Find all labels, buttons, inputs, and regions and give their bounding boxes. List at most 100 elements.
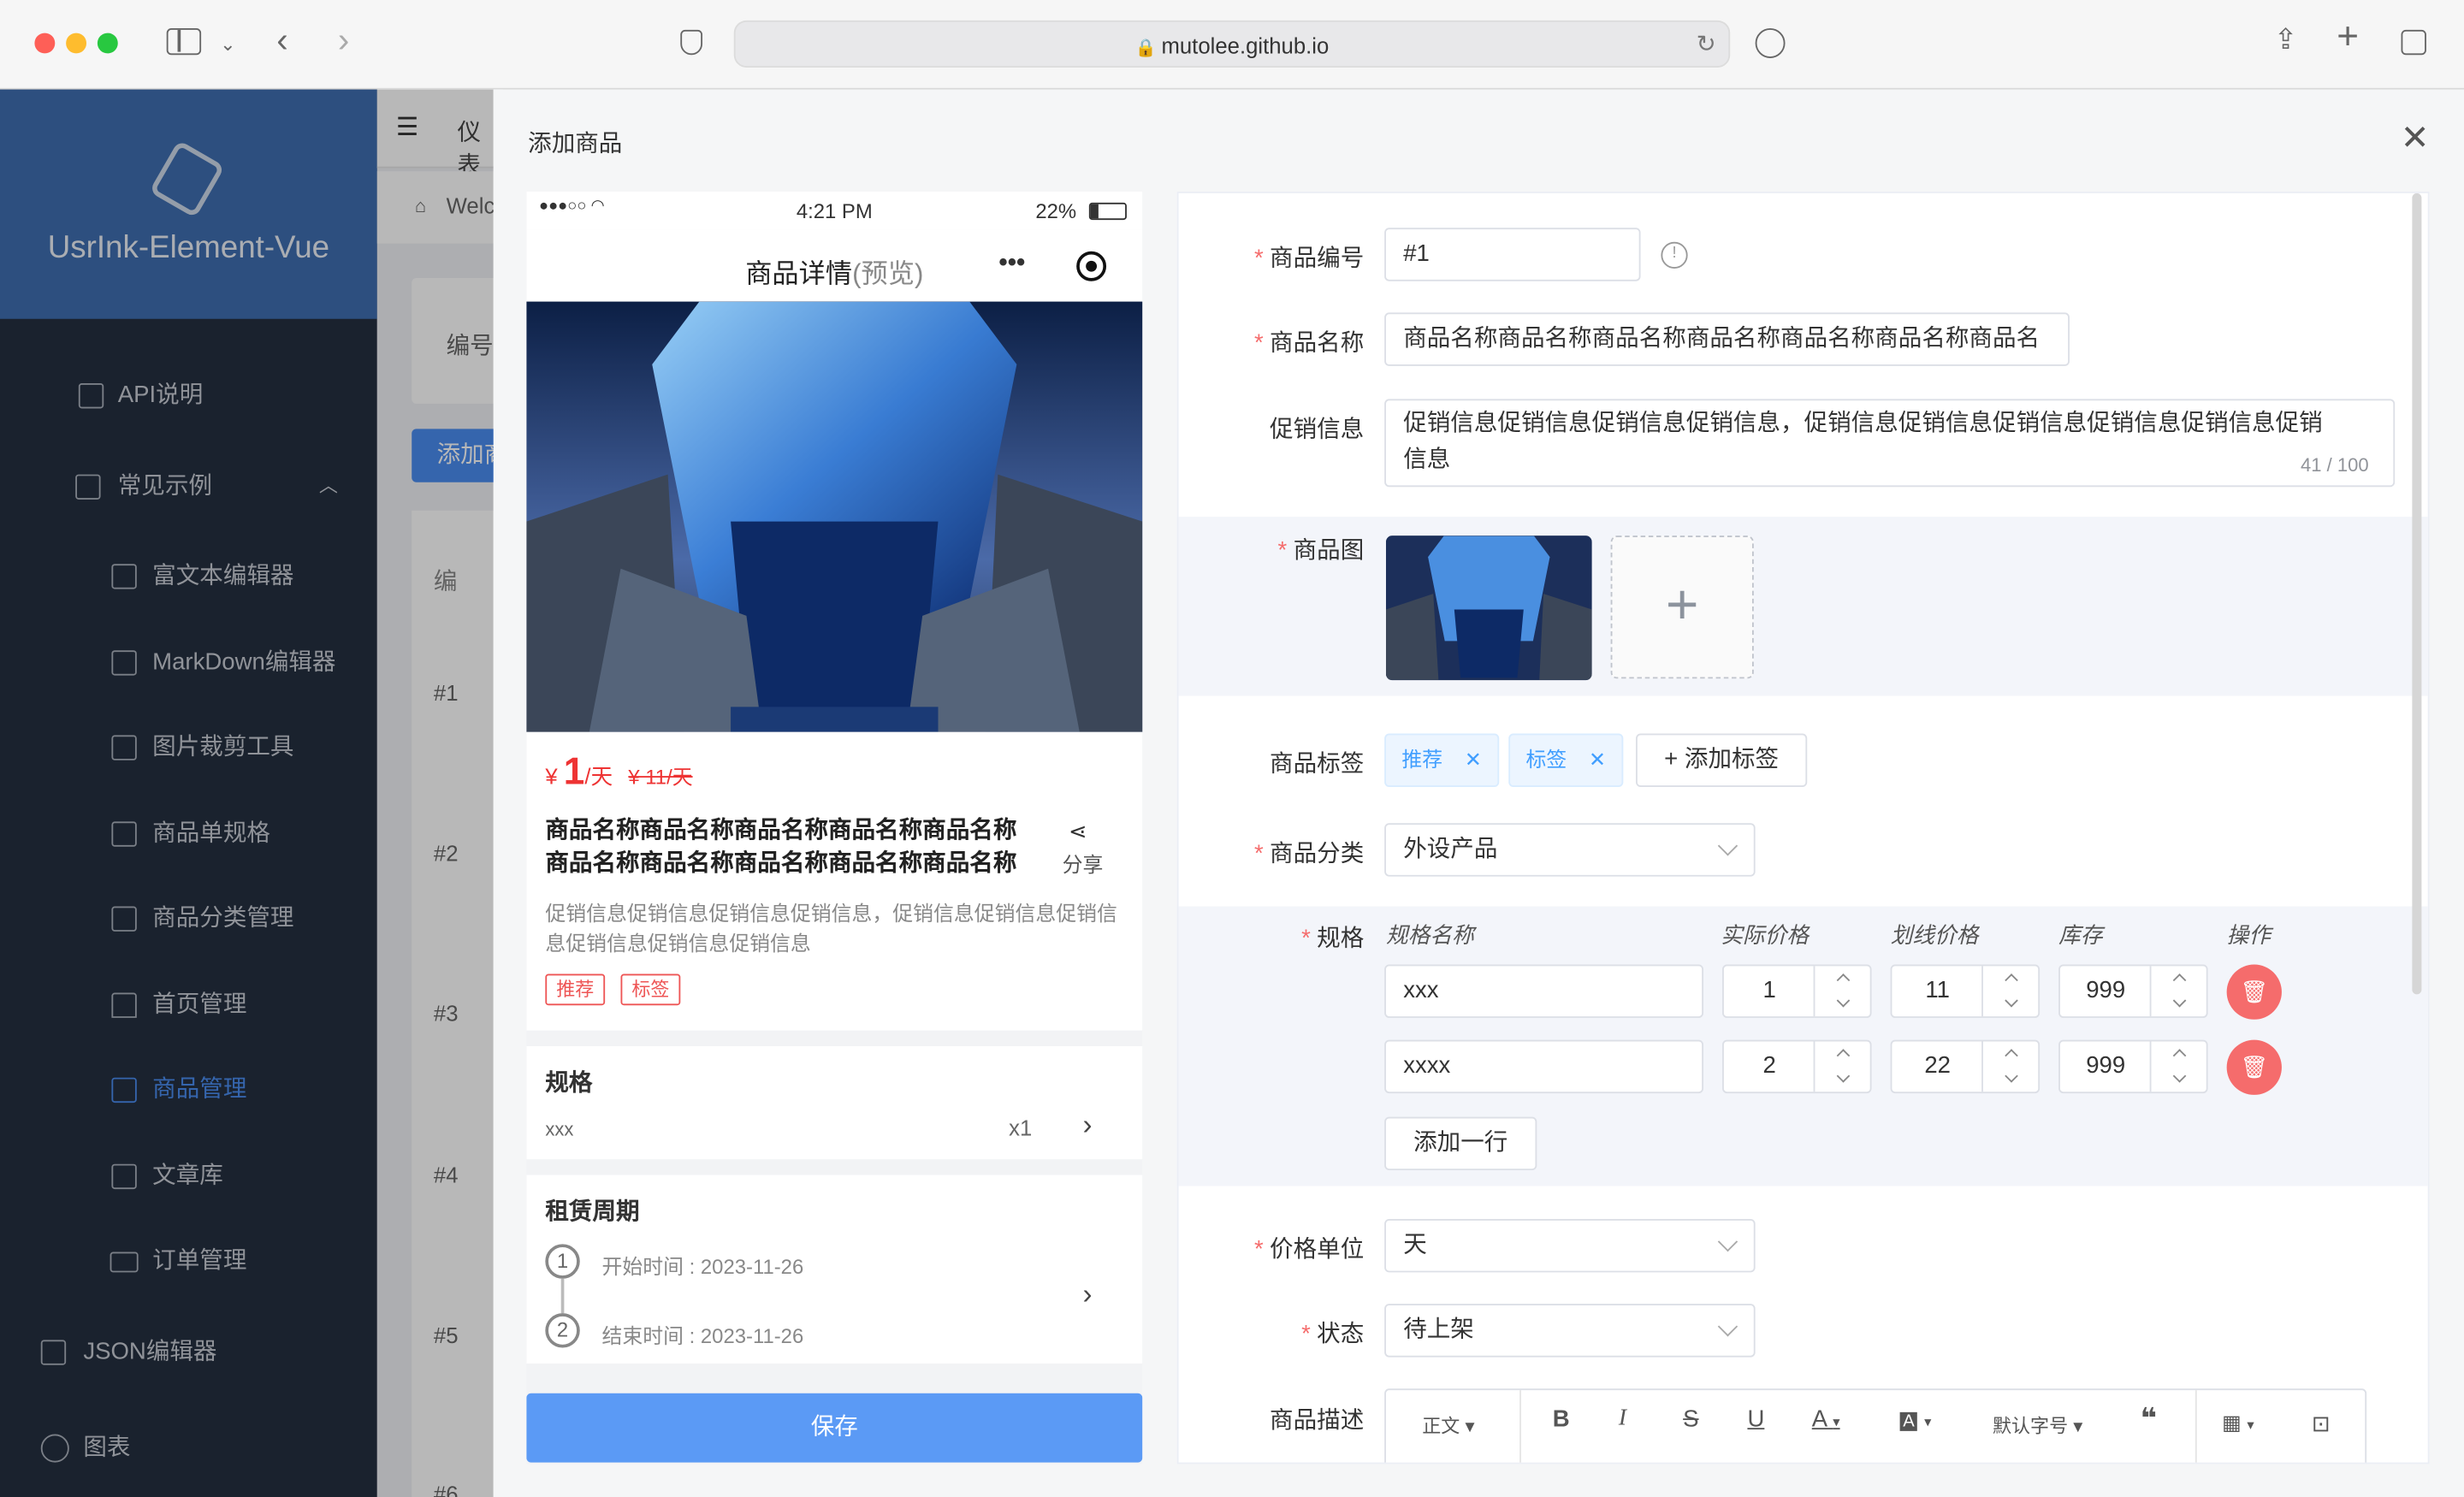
drawer-overlay[interactable] bbox=[0, 89, 494, 1497]
stepper-controls[interactable] bbox=[1813, 1041, 1870, 1092]
browser-toolbar: ⌄ ‹ › 🔒 mutolee.github.io ↻ ⇪ + bbox=[0, 0, 2464, 90]
stock-stepper[interactable]: 999 bbox=[2058, 1039, 2208, 1094]
stepper-controls[interactable] bbox=[1813, 966, 1870, 1017]
code-label: * 商品编号 bbox=[1253, 245, 1365, 272]
chevron-up-icon[interactable] bbox=[2005, 973, 2018, 987]
quote-icon[interactable]: ❝ bbox=[2141, 1403, 2157, 1436]
status-select[interactable]: 待上架 bbox=[1384, 1304, 1756, 1358]
word-count: 41 / 100 bbox=[2300, 453, 2369, 476]
stock-stepper[interactable]: 999 bbox=[2058, 964, 2208, 1018]
sidebar-toggle-icon[interactable] bbox=[166, 28, 202, 56]
close-window-button[interactable] bbox=[34, 33, 56, 54]
italic-icon[interactable]: I bbox=[1619, 1405, 1626, 1432]
shield-icon[interactable] bbox=[680, 29, 703, 56]
form-scrollbar[interactable] bbox=[2412, 192, 2422, 995]
chevron-down-icon[interactable]: ⌄ bbox=[220, 28, 235, 60]
share-icon[interactable]: ⇪ bbox=[2274, 24, 2298, 56]
tag-chip[interactable]: 标签 ✕ bbox=[1508, 733, 1624, 787]
tag-chip[interactable]: 推荐 ✕ bbox=[1384, 733, 1500, 787]
chevron-down-icon[interactable] bbox=[2172, 993, 2187, 1008]
share-label[interactable]: 分享 bbox=[1063, 849, 1104, 879]
share-icon[interactable]: ⋖ bbox=[1069, 819, 1087, 845]
close-icon[interactable]: ✕ bbox=[2401, 120, 2430, 155]
add-tag-button[interactable]: + 添加标签 bbox=[1636, 733, 1808, 787]
stepper-controls[interactable] bbox=[1981, 966, 2038, 1017]
spec-card[interactable]: 规格 xxx x1 › bbox=[526, 1045, 1143, 1160]
chevron-down-icon bbox=[1717, 1231, 1738, 1252]
stepper-controls[interactable] bbox=[2149, 1041, 2206, 1092]
chevron-down-icon[interactable] bbox=[1836, 993, 1851, 1008]
chevron-up-icon[interactable] bbox=[1836, 1049, 1851, 1062]
strikethrough-icon[interactable]: S bbox=[1683, 1405, 1698, 1432]
reload-icon[interactable]: ↻ bbox=[1697, 30, 1716, 58]
code-input[interactable]: #1 bbox=[1384, 228, 1641, 281]
delete-row-button[interactable]: 🗑 bbox=[2226, 964, 2282, 1020]
chevron-down-icon bbox=[1717, 836, 1738, 856]
bg-color-icon[interactable]: A ▾ bbox=[1899, 1405, 1931, 1432]
desc-label: 商品描述 bbox=[1179, 1403, 1364, 1436]
spec-name-input[interactable]: xxx bbox=[1384, 964, 1704, 1018]
nav-title-suffix: (预览) bbox=[852, 258, 924, 289]
back-icon[interactable]: ‹ bbox=[276, 23, 287, 57]
spec-name-input[interactable]: xxxx bbox=[1384, 1039, 1704, 1094]
orig-price-stepper[interactable]: 11 bbox=[1890, 964, 2040, 1018]
uploaded-image[interactable] bbox=[1385, 535, 1592, 681]
category-label: * 商品分类 bbox=[1253, 840, 1365, 867]
name-label: * 商品名称 bbox=[1253, 329, 1365, 357]
price-row: ¥ 1/天 ¥ 11/天 bbox=[545, 751, 692, 795]
orig-price-stepper[interactable]: 22 bbox=[1890, 1039, 2040, 1094]
minimize-window-button[interactable] bbox=[66, 33, 87, 54]
chevron-down-icon[interactable] bbox=[2005, 993, 2018, 1008]
bold-icon[interactable]: B bbox=[1553, 1405, 1570, 1432]
stepper-controls[interactable] bbox=[1981, 1041, 2038, 1092]
phone-navbar: 商品详情(预览) ••• bbox=[526, 229, 1143, 302]
save-button[interactable]: 保存 bbox=[526, 1393, 1143, 1463]
unit-label: * 价格单位 bbox=[1253, 1236, 1365, 1263]
insert-image-icon[interactable]: ⊡ bbox=[2312, 1411, 2331, 1437]
address-bar[interactable]: 🔒 mutolee.github.io ↻ bbox=[733, 20, 1731, 68]
font-color-icon[interactable]: A ▾ bbox=[1812, 1405, 1840, 1432]
more-icon[interactable]: ••• bbox=[976, 242, 1048, 289]
close-icon[interactable]: ✕ bbox=[1465, 748, 1482, 772]
zoom-window-button[interactable] bbox=[97, 33, 118, 54]
chevron-up-icon[interactable] bbox=[2172, 1049, 2187, 1062]
chevron-up-icon[interactable] bbox=[1836, 973, 1851, 987]
table-icon[interactable]: ▦ ▾ bbox=[2222, 1411, 2254, 1435]
chevron-down-icon[interactable] bbox=[2172, 1069, 2187, 1083]
end-date: 结束时间 : 2023-11-26 bbox=[601, 1324, 804, 1348]
font-size-select[interactable]: 默认字号 ▾ bbox=[1993, 1412, 2082, 1439]
chevron-down-icon[interactable] bbox=[1836, 1069, 1851, 1083]
new-tab-icon[interactable]: + bbox=[2337, 18, 2359, 56]
label-text: 商品编号 bbox=[1270, 245, 1365, 272]
paragraph-select[interactable]: 正文 ▾ bbox=[1422, 1412, 1474, 1439]
underline-icon[interactable]: U bbox=[1747, 1405, 1764, 1432]
history-icon[interactable] bbox=[1755, 28, 1786, 58]
promo-textarea[interactable]: 促销信息促销信息促销信息促销信息，促销信息促销信息促销信息促销信息促销信息促销信… bbox=[1384, 399, 2396, 488]
unit-select[interactable]: 天 bbox=[1384, 1218, 1756, 1273]
label-text: 商品标签 bbox=[1270, 750, 1365, 778]
category-select[interactable]: 外设产品 bbox=[1384, 823, 1756, 877]
delete-row-button[interactable]: 🗑 bbox=[2226, 1039, 2282, 1095]
add-row-button[interactable]: 添加一行 bbox=[1384, 1116, 1537, 1171]
tag-text: 标签 bbox=[1525, 748, 1567, 772]
stepper-value: 22 bbox=[1924, 1052, 1952, 1080]
upload-plus-icon[interactable]: + bbox=[1610, 535, 1754, 679]
chevron-up-icon[interactable] bbox=[2005, 1049, 2018, 1062]
nav-title-main: 商品详情 bbox=[745, 258, 853, 289]
label-text: 商品图 bbox=[1293, 537, 1365, 565]
chevron-down-icon[interactable] bbox=[2005, 1069, 2018, 1083]
stepper-value: 11 bbox=[1925, 977, 1950, 1004]
editor-toolbar: 正文 ▾ B I S U A ▾ A ▾ 默认字号 ▾ ❝ ▦ ▾ ⊡ bbox=[1384, 1388, 2367, 1463]
chevron-up-icon[interactable] bbox=[2172, 973, 2187, 987]
forward-icon[interactable]: › bbox=[338, 23, 349, 57]
tabs-overview-icon[interactable] bbox=[2401, 29, 2426, 56]
capsule-close-icon[interactable] bbox=[1076, 251, 1107, 281]
stepper-value: 2 bbox=[1762, 1052, 1776, 1080]
close-icon[interactable]: ✕ bbox=[1589, 748, 1606, 772]
stepper-controls[interactable] bbox=[2149, 966, 2206, 1017]
price-stepper[interactable]: 1 bbox=[1722, 964, 1872, 1018]
info-icon[interactable]: ! bbox=[1661, 241, 1688, 269]
name-input[interactable]: 商品名称商品名称商品名称商品名称商品名称商品名称商品名 bbox=[1384, 312, 2070, 366]
rent-period-card[interactable]: 租赁周期 1 2 开始时间 : 2023-11-26 结束时间 : 2023-1… bbox=[526, 1175, 1143, 1364]
price-stepper[interactable]: 2 bbox=[1722, 1039, 1872, 1094]
